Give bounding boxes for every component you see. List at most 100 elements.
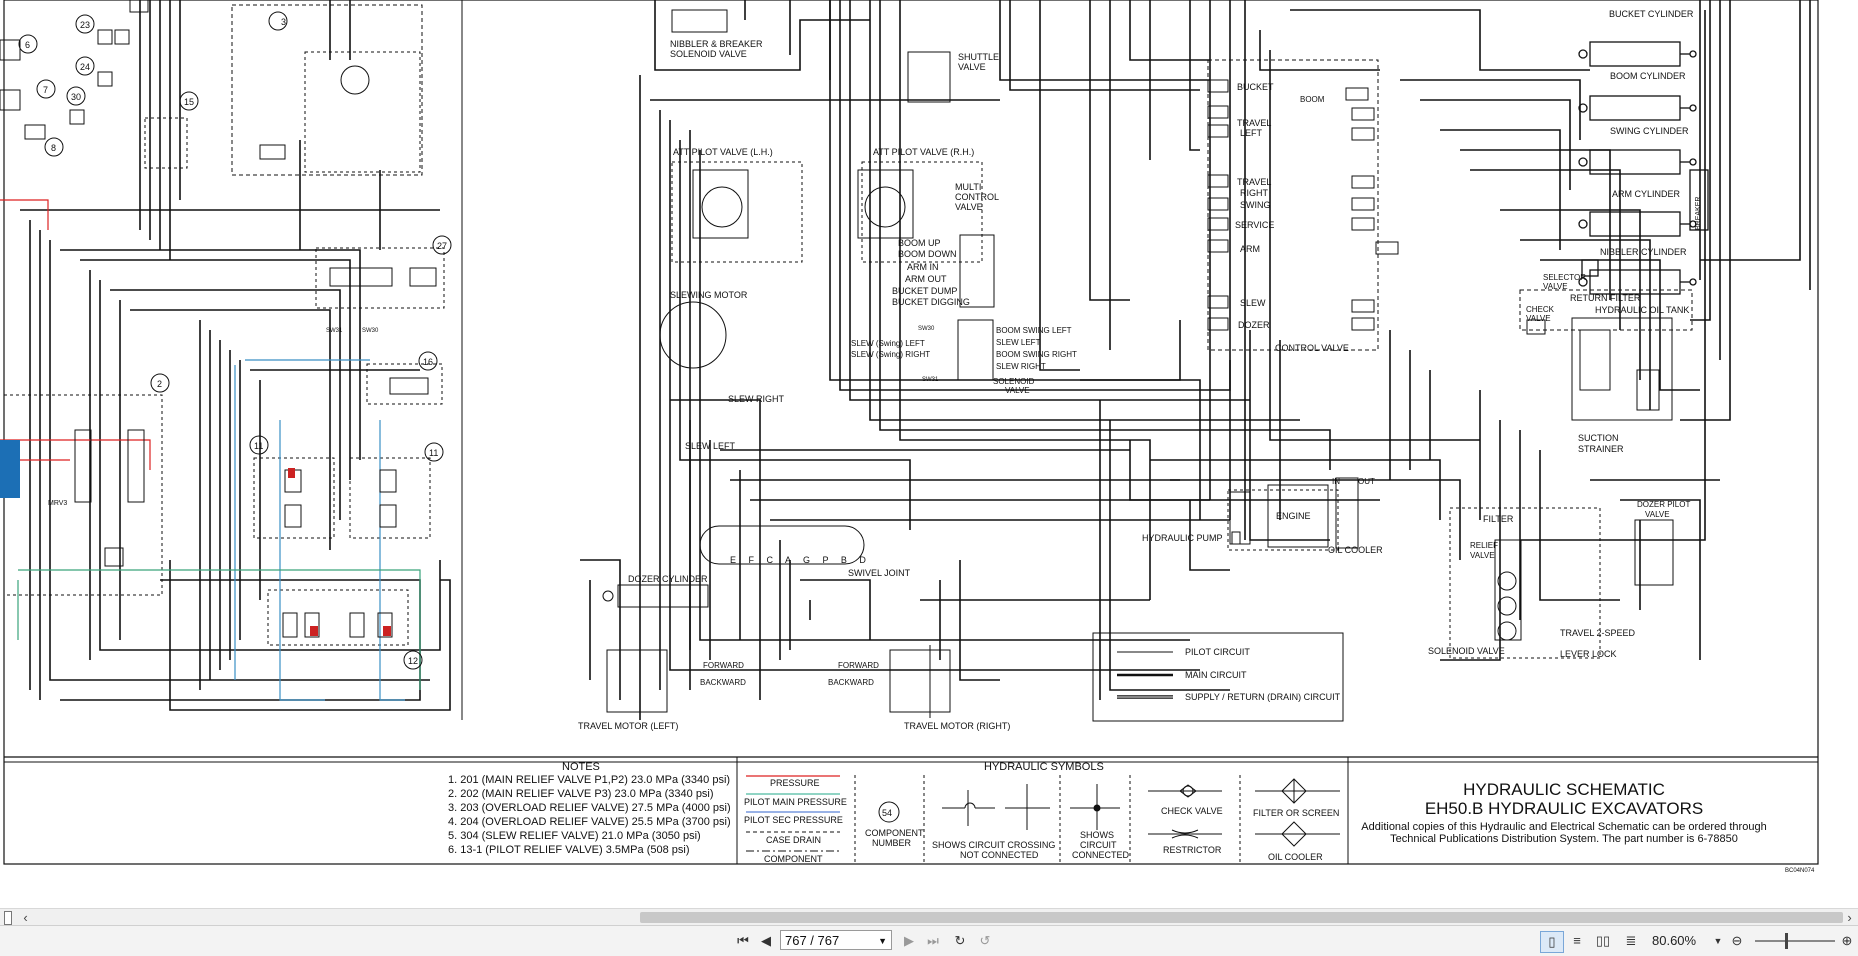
label-nibbler-breaker-2: SOLENOID VALVE <box>670 49 747 59</box>
title-line4: Technical Publications Distribution Syst… <box>1390 833 1738 845</box>
next-page-icon[interactable]: ▶ <box>898 931 920 951</box>
label-sw30: SW30 <box>918 326 935 332</box>
callout-15: 15 <box>184 97 194 107</box>
horizontal-scrollbar[interactable]: ‹ › <box>0 908 1858 926</box>
label-slew-left-arrow: SLEW LEFT <box>685 441 736 451</box>
label-selector-valve-2: VALVE <box>1543 282 1568 291</box>
key-connected-l2: CIRCUIT <box>1080 840 1117 850</box>
key-crossing-l2: NOT CONNECTED <box>960 850 1039 860</box>
callout-6: 6 <box>25 40 30 50</box>
hydraulic-schematic-page: 3 6 7 8 15 23 24 30 27 16 11 11 2 12 MRV… <box>0 0 1819 874</box>
callout-7: 7 <box>43 85 48 95</box>
label-att-rh: ATT PILOT VALVE (R.H.) <box>873 147 974 157</box>
label-boom-swing-right: BOOM SWING RIGHT <box>996 350 1077 359</box>
previous-page-icon[interactable]: ◀ <box>755 931 777 951</box>
label-travel-motor-right: TRAVEL MOTOR (RIGHT) <box>904 721 1010 731</box>
rotate-clockwise-icon[interactable]: ↻ <box>949 931 971 951</box>
legend-supply: SUPPLY / RETURN (DRAIN) CIRCUIT <box>1185 692 1341 702</box>
label-breaker: BREAKER <box>1695 197 1702 230</box>
label-slew-right-arrow: SLEW RIGHT <box>728 394 785 404</box>
label-sw31-left: SW31 <box>326 328 343 334</box>
callout-12: 12 <box>408 656 418 666</box>
label-travel-right-1: TRAVEL <box>1237 177 1271 187</box>
zoom-slider[interactable] <box>1755 940 1835 942</box>
page-number-field[interactable]: 767 / 767 ▼ <box>780 930 892 950</box>
key-connected-l1: SHOWS <box>1080 830 1114 840</box>
label-dozer-cylinder: DOZER CYLINDER <box>628 574 708 584</box>
callout-30: 30 <box>71 92 81 102</box>
label-slew-swing-right: SLEW (Swing) RIGHT <box>851 350 930 359</box>
label-multi-2: CONTROL <box>955 192 999 202</box>
label-oil-cooler: OIL COOLER <box>1328 545 1383 555</box>
callout-11b: 11 <box>429 448 438 458</box>
zoom-out-icon[interactable]: ⊖ <box>1726 931 1748 951</box>
two-page-continuous-icon[interactable]: ≣ <box>1620 931 1642 951</box>
label-arm: ARM <box>1240 244 1260 254</box>
page-number-value: 767 / 767 <box>785 933 840 948</box>
key-pilot-main: PILOT MAIN PRESSURE <box>744 797 847 807</box>
viewer-toolbar: ⏮ ◀ 767 / 767 ▼ ▶ ⏭ ↻ ↺ ▯ ≡ ▯▯ ≣ 80.60% … <box>0 925 1858 956</box>
label-sw30-left: SW30 <box>362 328 379 334</box>
label-engine: ENGINE <box>1276 511 1311 521</box>
label-tank: HYDRAULIC OIL TANK <box>1595 305 1689 315</box>
label-boom: BOOM <box>1300 95 1325 104</box>
label-att-lh: ATT PILOT VALVE (L.H.) <box>673 147 773 157</box>
label-slew-left-sv: SLEW LEFT <box>996 338 1041 347</box>
last-page-icon[interactable]: ⏭ <box>922 931 944 951</box>
label-travel-motor-left: TRAVEL MOTOR (LEFT) <box>578 721 678 731</box>
label-bucket-cylinder: BUCKET CYLINDER <box>1609 9 1694 19</box>
callout-27: 27 <box>437 241 447 251</box>
label-check-valve-1: CHECK <box>1526 305 1555 314</box>
label-control-valve: CONTROL VALVE <box>1275 343 1349 353</box>
rotate-counterclockwise-icon[interactable]: ↺ <box>974 931 996 951</box>
label-return-filter: RETURN FILTER <box>1570 293 1641 303</box>
note-4: 4. 204 (OVERLOAD RELIEF VALVE) 25.5 MPa … <box>448 816 731 828</box>
label-multi-1: MULTI <box>955 182 981 192</box>
note-5: 5. 304 (SLEW RELIEF VALVE) 21.0 MPa (305… <box>448 830 701 842</box>
label-swivel-ports: E F C A G P B D <box>730 555 871 565</box>
zoom-level[interactable]: 80.60% <box>1652 931 1712 951</box>
key-component: COMPONENT <box>764 854 823 864</box>
label-service: SERVICE <box>1235 220 1274 230</box>
callout-11a: 11 <box>254 441 263 451</box>
label-selector-valve-1: SELECTOR <box>1543 273 1586 282</box>
single-page-view-icon[interactable]: ▯ <box>1540 931 1564 953</box>
key-crossing-l1: SHOWS CIRCUIT CROSSING <box>932 840 1055 850</box>
label-travel-2speed: TRAVEL 2-SPEED <box>1560 628 1636 638</box>
label-nibbler-breaker-1: NIBBLER & BREAKER <box>670 39 763 49</box>
key-pilot-sec: PILOT SEC PRESSURE <box>744 815 843 825</box>
label-arm-in: ARM IN <box>907 262 939 272</box>
label-travel-left-2: LEFT <box>1240 128 1263 138</box>
zoom-dropdown-icon[interactable]: ▼ <box>1712 931 1724 951</box>
scroll-left-arrow-icon[interactable]: ‹ <box>17 909 34 926</box>
label-travel-left-1: TRAVEL <box>1237 118 1271 128</box>
scrollbar-thumb[interactable] <box>640 912 1843 923</box>
key-component-number-l2: NUMBER <box>872 838 912 848</box>
label-boom-cylinder: BOOM CYLINDER <box>1610 71 1686 81</box>
page-dropdown-icon[interactable]: ▼ <box>878 931 887 951</box>
title-line2: EH50.B HYDRAULIC EXCAVATORS <box>1425 799 1703 818</box>
label-travel-right-2: RIGHT <box>1240 188 1269 198</box>
label-boom-up: BOOM UP <box>898 238 941 248</box>
note-3: 3. 203 (OVERLOAD RELIEF VALVE) 27.5 MPa … <box>448 802 731 814</box>
label-relief-valve-1: RELIEF <box>1470 541 1498 550</box>
label-sw31: SW31 <box>922 377 939 383</box>
label-dozer: DOZER <box>1238 320 1270 330</box>
continuous-view-icon[interactable]: ≡ <box>1566 931 1588 951</box>
label-solenoid-valve-2: VALVE <box>1005 386 1030 395</box>
document-viewport[interactable]: 3 6 7 8 15 23 24 30 27 16 11 11 2 12 MRV… <box>0 0 1858 908</box>
label-slewing-motor: SLEWING MOTOR <box>670 290 748 300</box>
zoom-in-icon[interactable]: ⊕ <box>1836 931 1858 951</box>
label-arm-out: ARM OUT <box>905 274 947 284</box>
label-forward-left: FORWARD <box>703 661 744 670</box>
callout-23: 23 <box>80 20 90 30</box>
key-filter: FILTER OR SCREEN <box>1253 808 1339 818</box>
key-oil-cooler: OIL COOLER <box>1268 852 1323 862</box>
two-page-view-icon[interactable]: ▯▯ <box>1592 931 1614 951</box>
zoom-slider-knob[interactable] <box>1785 933 1788 949</box>
scroll-right-arrow-icon[interactable]: › <box>1841 909 1858 926</box>
label-bucket-dump: BUCKET DUMP <box>892 286 957 296</box>
callout-8: 8 <box>51 143 56 153</box>
first-page-icon[interactable]: ⏮ <box>732 931 754 951</box>
label-solenoid-valve-b: SOLENOID VALVE <box>1428 646 1505 656</box>
